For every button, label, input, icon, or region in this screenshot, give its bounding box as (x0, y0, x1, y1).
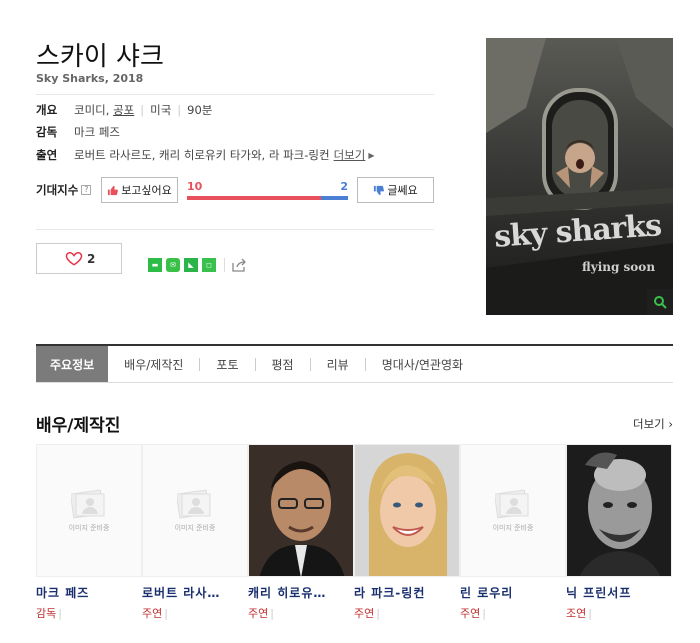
like-count: 2 (87, 251, 96, 266)
expectation-label-group: 기대지수 ? (36, 178, 92, 202)
tab-main-info[interactable]: 주요정보 (36, 346, 109, 382)
person-card[interactable]: 닉 프린서프 조연 | (566, 444, 672, 621)
director-link[interactable]: 마크 페즈 (74, 124, 120, 140)
person-role: 주연 | (142, 607, 168, 620)
person-photo (354, 444, 460, 577)
person-photo: 이미지 준비중 (460, 444, 566, 577)
cast-label: 출연 (36, 148, 58, 162)
person-photo (566, 444, 672, 577)
person-role: 감독 | (36, 607, 62, 620)
share-icon[interactable] (231, 258, 247, 272)
section-more-link[interactable]: 더보기 › (633, 416, 673, 432)
overview-label: 개요 (36, 103, 58, 117)
tab-cast-crew[interactable]: 배우/제작진 (124, 346, 183, 382)
kakao-icon[interactable]: ◣ (184, 258, 198, 272)
person-card[interactable]: 이미지 준비중 린 로우리 주연 | (460, 444, 566, 621)
director-label: 감독 (36, 125, 58, 139)
placeholder-image-icon: 이미지 준비중 (143, 445, 247, 576)
movie-title: 스카이 샤크 (36, 42, 164, 72)
genre-link-comedy[interactable]: 코미디 (74, 102, 106, 118)
nah-button[interactable]: 글쎄요 (357, 177, 434, 203)
line-icon[interactable]: ✉ (166, 258, 180, 272)
cast-row: 출연 로버트 라사르도, 캐리 히로유키 타가와, 라 파크-링컨 더보기 ▶ (36, 146, 374, 164)
divider (36, 94, 434, 95)
want-count: 10 (187, 180, 203, 193)
thumbs-down-icon (374, 185, 385, 195)
placeholder-image-icon: 이미지 준비중 (461, 445, 565, 576)
nah-bar-fill (321, 196, 348, 200)
movie-poster[interactable]: sky sharks flying soon (486, 38, 673, 315)
thumbs-up-icon (108, 185, 119, 195)
tab-photo[interactable]: 포토 (216, 346, 238, 382)
tab-rating[interactable]: 평점 (272, 346, 294, 382)
want-button[interactable]: 보고싶어요 (101, 177, 178, 203)
overview-row: 개요 코미디, 공포 | 미국 | 90분 (36, 102, 213, 118)
band-icon[interactable]: ▬ (148, 258, 162, 272)
tab-bar: 주요정보 배우/제작진 포토 평점 리뷰 명대사/연관영화 (36, 344, 673, 383)
person-photo: 이미지 준비중 (36, 444, 142, 577)
person-photo: 이미지 준비중 (142, 444, 248, 577)
like-button[interactable]: 2 (36, 243, 122, 274)
person-portrait (249, 445, 353, 576)
heart-icon (65, 251, 83, 266)
director-row: 감독 마크 페즈 (36, 123, 120, 141)
chevron-right-icon: ▶ (368, 150, 375, 160)
genre-link-horror[interactable]: 공포 (113, 102, 134, 118)
movie-subtitle: Sky Sharks, 2018 (36, 72, 144, 85)
tab-quotes-related[interactable]: 명대사/연관영화 (382, 346, 463, 382)
runtime: 90분 (187, 103, 213, 117)
person-name[interactable]: 닉 프린서프 (566, 584, 672, 601)
naver-icon[interactable]: ◻ (202, 258, 216, 272)
nah-count: 2 (340, 180, 348, 193)
person-portrait (355, 445, 459, 576)
person-card[interactable]: 이미지 준비중 로버트 라사… 주연 | (142, 444, 248, 621)
magnifier-icon (654, 296, 667, 309)
person-name[interactable]: 캐리 히로유… (248, 584, 354, 601)
zoom-button[interactable] (647, 289, 673, 315)
person-card[interactable]: 이미지 준비중 마크 페즈 감독 | (36, 444, 142, 621)
person-photo (248, 444, 354, 577)
placeholder-image-icon: 이미지 준비중 (37, 445, 141, 576)
person-role: 조연 | (566, 607, 592, 620)
want-bar-fill (187, 196, 321, 200)
person-card[interactable]: 캐리 히로유… 주연 | (248, 444, 354, 621)
expectation-bar: 10 2 (187, 180, 348, 202)
person-role: 주연 | (354, 607, 380, 620)
country-link[interactable]: 미국 (150, 102, 171, 118)
cast-more-link[interactable]: 더보기 (334, 147, 366, 163)
person-portrait (567, 445, 671, 576)
person-name[interactable]: 마크 페즈 (36, 584, 142, 601)
person-role: 주연 | (248, 607, 274, 620)
person-name[interactable]: 로버트 라사… (142, 584, 248, 601)
help-icon[interactable]: ? (81, 185, 92, 195)
share-icons: ▬ ✉ ◣ ◻ (148, 258, 247, 272)
person-card[interactable]: 라 파크-링컨 주연 | (354, 444, 460, 621)
tab-review[interactable]: 리뷰 (327, 346, 349, 382)
divider (36, 229, 434, 230)
section-title: 배우/제작진 (36, 416, 121, 436)
expectation-label: 기대지수 (36, 183, 79, 197)
person-role: 주연 | (460, 607, 486, 620)
poster-tagline: flying soon (582, 260, 656, 274)
person-name[interactable]: 린 로우리 (460, 584, 566, 601)
cast-names[interactable]: 로버트 라사르도, 캐리 히로유키 타가와, 라 파크-링컨 (74, 147, 330, 163)
person-name[interactable]: 라 파크-링컨 (354, 584, 460, 601)
